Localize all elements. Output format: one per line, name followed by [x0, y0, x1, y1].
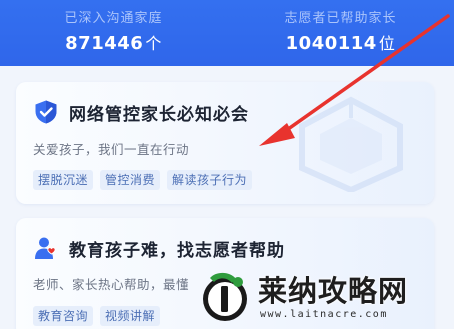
- tag-row: 摆脱沉迷 管控消费 解读孩子行为: [33, 170, 253, 190]
- tag-row: 教育咨询 视频讲解: [33, 306, 161, 326]
- stat-number: 1040114: [285, 33, 377, 54]
- stat-families: 已深入沟通家庭 871446 个: [0, 0, 227, 66]
- card-parent-control-guide[interactable]: 网络管控家长必知必会 关爱孩子，我们一直在行动 摆脱沉迷 管控消费 解读孩子行为: [16, 82, 434, 204]
- tag-video-explain[interactable]: 视频讲解: [100, 306, 161, 326]
- tag-education-consult[interactable]: 教育咨询: [33, 306, 94, 326]
- stat-unit: 个: [145, 34, 162, 53]
- stats-banner: 已深入沟通家庭 871446 个 志愿者已帮助家长 1040114 位: [0, 0, 454, 66]
- cube-decoration-icon: [299, 96, 403, 192]
- tag-quit-addiction[interactable]: 摆脱沉迷: [33, 170, 94, 190]
- stat-value: 871446 个: [65, 33, 162, 55]
- site-logo-icon: [203, 272, 247, 321]
- stat-value: 1040114 位: [286, 33, 396, 55]
- card-title: 教育孩子难，找志愿者帮助: [69, 240, 285, 261]
- shield-check-icon: [35, 100, 57, 124]
- tag-child-behavior[interactable]: 解读孩子行为: [167, 170, 253, 190]
- watermark-url: www.laitnacre.com: [260, 309, 388, 320]
- stat-label: 已深入沟通家庭: [64, 11, 163, 26]
- watermark-text: 莱纳攻略网 www.laitnacre.com: [258, 274, 408, 321]
- card-subtitle: 老师、家长热心帮助，最懂: [33, 277, 190, 292]
- tag-control-spending[interactable]: 管控消费: [100, 170, 161, 190]
- stat-number: 871446: [65, 33, 144, 54]
- card-title: 网络管控家长必知必会: [69, 104, 249, 125]
- site-watermark: 莱纳攻略网 www.laitnacre.com: [200, 266, 454, 329]
- watermark-title: 莱纳攻略网: [258, 274, 409, 308]
- card-subtitle: 关爱孩子，我们一直在行动: [33, 142, 190, 157]
- stat-volunteers: 志愿者已帮助家长 1040114 位: [227, 0, 454, 66]
- volunteer-heart-icon: [35, 237, 56, 259]
- stat-label: 志愿者已帮助家长: [284, 11, 397, 26]
- stat-unit: 位: [378, 34, 396, 53]
- card-header: 网络管控家长必知必会: [33, 99, 249, 125]
- card-header: 教育孩子难，找志愿者帮助: [33, 235, 285, 261]
